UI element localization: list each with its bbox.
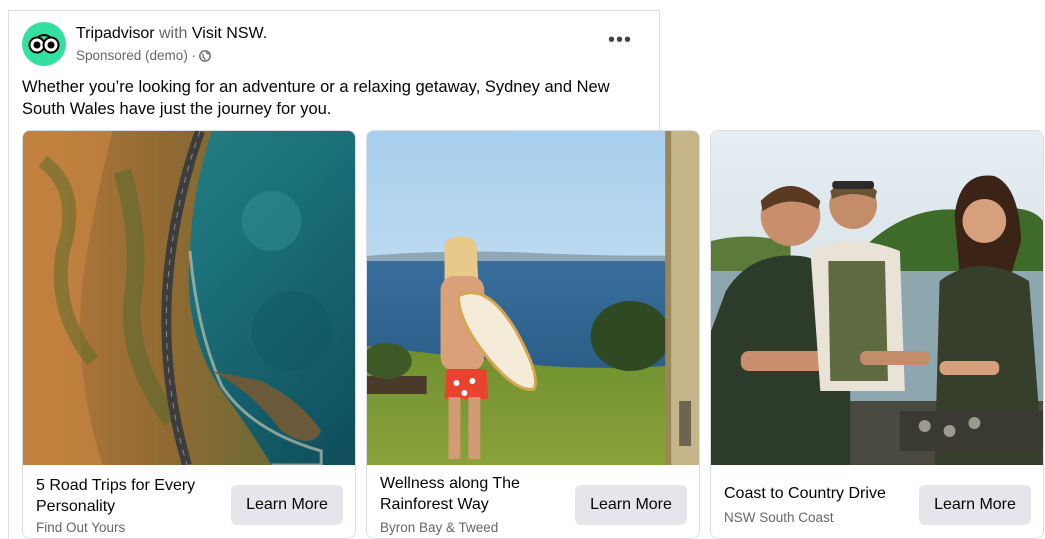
post-header: Tripadvisor with Visit NSW. Sponsored (d… bbox=[22, 22, 642, 68]
card-subtitle: NSW South Coast bbox=[724, 510, 834, 525]
oyster-farmers-photo[interactable] bbox=[711, 131, 1043, 465]
card-footer: Wellness along The Rainforest Way Byron … bbox=[367, 465, 699, 538]
carousel-card-1[interactable]: 5 Road Trips for Every Personality Find … bbox=[22, 130, 356, 539]
coastal-road-aerial-photo[interactable] bbox=[23, 131, 355, 465]
carousel-card-2[interactable]: Wellness along The Rainforest Way Byron … bbox=[366, 130, 700, 539]
learn-more-button[interactable]: Learn More bbox=[231, 485, 343, 525]
with-word: with bbox=[159, 25, 188, 42]
carousel-card-3[interactable]: Coast to Country Drive NSW South Coast L… bbox=[710, 130, 1044, 539]
card-subtitle: Byron Bay & Tweed bbox=[380, 520, 499, 535]
card-footer: 5 Road Trips for Every Personality Find … bbox=[23, 465, 355, 538]
globe-icon bbox=[199, 50, 211, 62]
card-subtitle: Find Out Yours bbox=[36, 520, 126, 535]
card-footer: Coast to Country Drive NSW South Coast L… bbox=[711, 465, 1043, 538]
author-line: Tripadvisor with Visit NSW. bbox=[76, 24, 267, 44]
card-title[interactable]: Coast to Country Drive bbox=[724, 483, 914, 504]
learn-more-button[interactable]: Learn More bbox=[919, 485, 1031, 525]
owl-eyes-icon bbox=[28, 34, 60, 54]
surfer-ocean-view-photo[interactable] bbox=[367, 131, 699, 465]
card-title[interactable]: 5 Road Trips for Every Personality bbox=[36, 475, 226, 517]
card-title[interactable]: Wellness along The Rainforest Way bbox=[380, 473, 570, 515]
post-author-block: Tripadvisor with Visit NSW. Sponsored (d… bbox=[76, 24, 267, 65]
tripadvisor-logo-avatar[interactable] bbox=[22, 22, 66, 66]
advertiser-name[interactable]: Tripadvisor bbox=[76, 25, 155, 42]
partner-name[interactable]: Visit NSW. bbox=[192, 25, 267, 42]
sponsored-label[interactable]: Sponsored (demo) · bbox=[76, 47, 196, 65]
post-caption: Whether you’re looking for an adventure … bbox=[22, 78, 610, 118]
sponsored-line: Sponsored (demo) · bbox=[76, 47, 267, 65]
learn-more-button[interactable]: Learn More bbox=[575, 485, 687, 525]
more-options-icon[interactable]: ••• bbox=[608, 30, 1025, 50]
